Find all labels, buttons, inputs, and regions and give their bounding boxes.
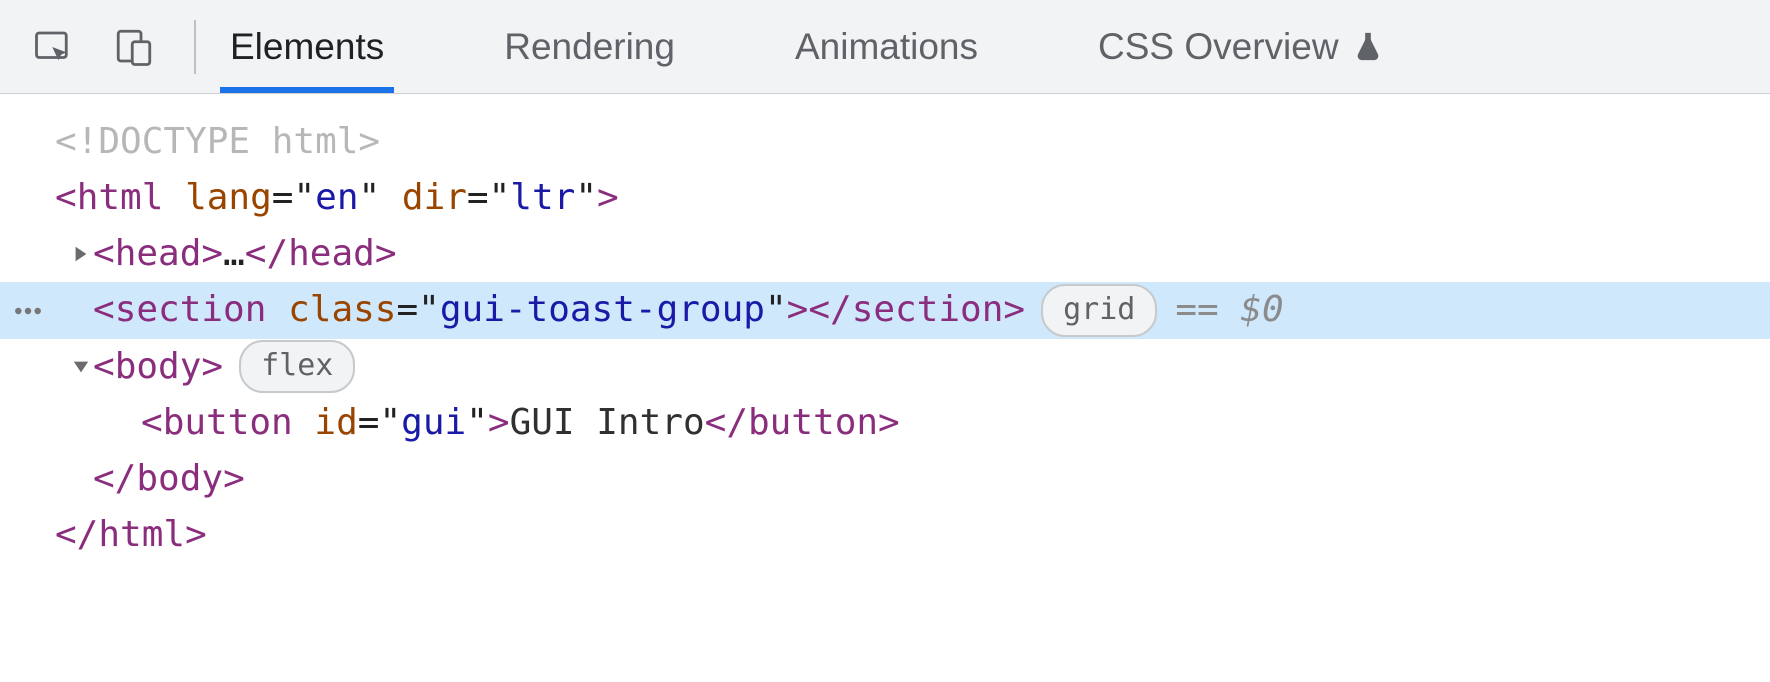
- attr-value[interactable]: en: [315, 170, 358, 226]
- attr-name[interactable]: dir: [402, 170, 467, 226]
- dom-line-body-open[interactable]: <body> flex: [0, 339, 1770, 395]
- tag-name: head: [115, 226, 202, 282]
- text-node[interactable]: GUI Intro: [510, 395, 705, 451]
- flask-icon: [1351, 30, 1385, 64]
- collapse-arrow-icon[interactable]: [69, 358, 93, 376]
- tag-name: body: [115, 339, 202, 395]
- attr-value[interactable]: gui-toast-group: [440, 282, 765, 338]
- collapsed-ellipsis[interactable]: …: [223, 226, 245, 282]
- console-ref: == $0: [1175, 282, 1283, 338]
- tab-elements[interactable]: Elements: [220, 0, 394, 93]
- device-toggle-icon[interactable]: [108, 24, 160, 70]
- attr-name[interactable]: lang: [185, 170, 272, 226]
- dom-line-button[interactable]: <button id="gui"> GUI Intro </button>: [0, 395, 1770, 451]
- tag-name: html: [77, 170, 164, 226]
- tag-name: button: [163, 395, 293, 451]
- tag-name: body: [136, 451, 223, 507]
- elements-dom-tree[interactable]: <!DOCTYPE html> <html lang="en" dir="ltr…: [0, 94, 1770, 563]
- dom-line-html-close[interactable]: </html>: [0, 507, 1770, 563]
- tag-name: html: [98, 507, 185, 563]
- tab-animations[interactable]: Animations: [785, 0, 988, 93]
- selection-actions-icon[interactable]: [0, 307, 55, 315]
- dom-line-html-open[interactable]: <html lang="en" dir="ltr">: [0, 170, 1770, 226]
- dom-line-head[interactable]: <head>…</head>: [0, 226, 1770, 282]
- toolbar-divider: [194, 20, 196, 74]
- attr-value[interactable]: gui: [401, 395, 466, 451]
- expand-arrow-icon[interactable]: [69, 245, 93, 263]
- dom-line-doctype[interactable]: <!DOCTYPE html>: [0, 114, 1770, 170]
- inspect-element-icon[interactable]: [28, 24, 80, 70]
- tab-css-overview[interactable]: CSS Overview: [1088, 0, 1395, 93]
- doctype-text: <!DOCTYPE html>: [55, 114, 380, 170]
- tab-label: CSS Overview: [1098, 26, 1339, 68]
- devtools-tabs: Elements Rendering Animations CSS Overvi…: [220, 0, 1395, 93]
- tag-name: section: [115, 282, 267, 338]
- tab-rendering[interactable]: Rendering: [494, 0, 685, 93]
- dom-line-body-close[interactable]: </body>: [0, 451, 1770, 507]
- display-badge-flex[interactable]: flex: [239, 340, 355, 393]
- attr-name[interactable]: id: [314, 395, 357, 451]
- dom-line-section-selected[interactable]: <section class="gui-toast-group"></secti…: [0, 282, 1770, 338]
- attr-value[interactable]: ltr: [510, 170, 575, 226]
- devtools-toolbar: Elements Rendering Animations CSS Overvi…: [0, 0, 1770, 94]
- attr-name[interactable]: class: [288, 282, 396, 338]
- display-badge-grid[interactable]: grid: [1041, 284, 1157, 337]
